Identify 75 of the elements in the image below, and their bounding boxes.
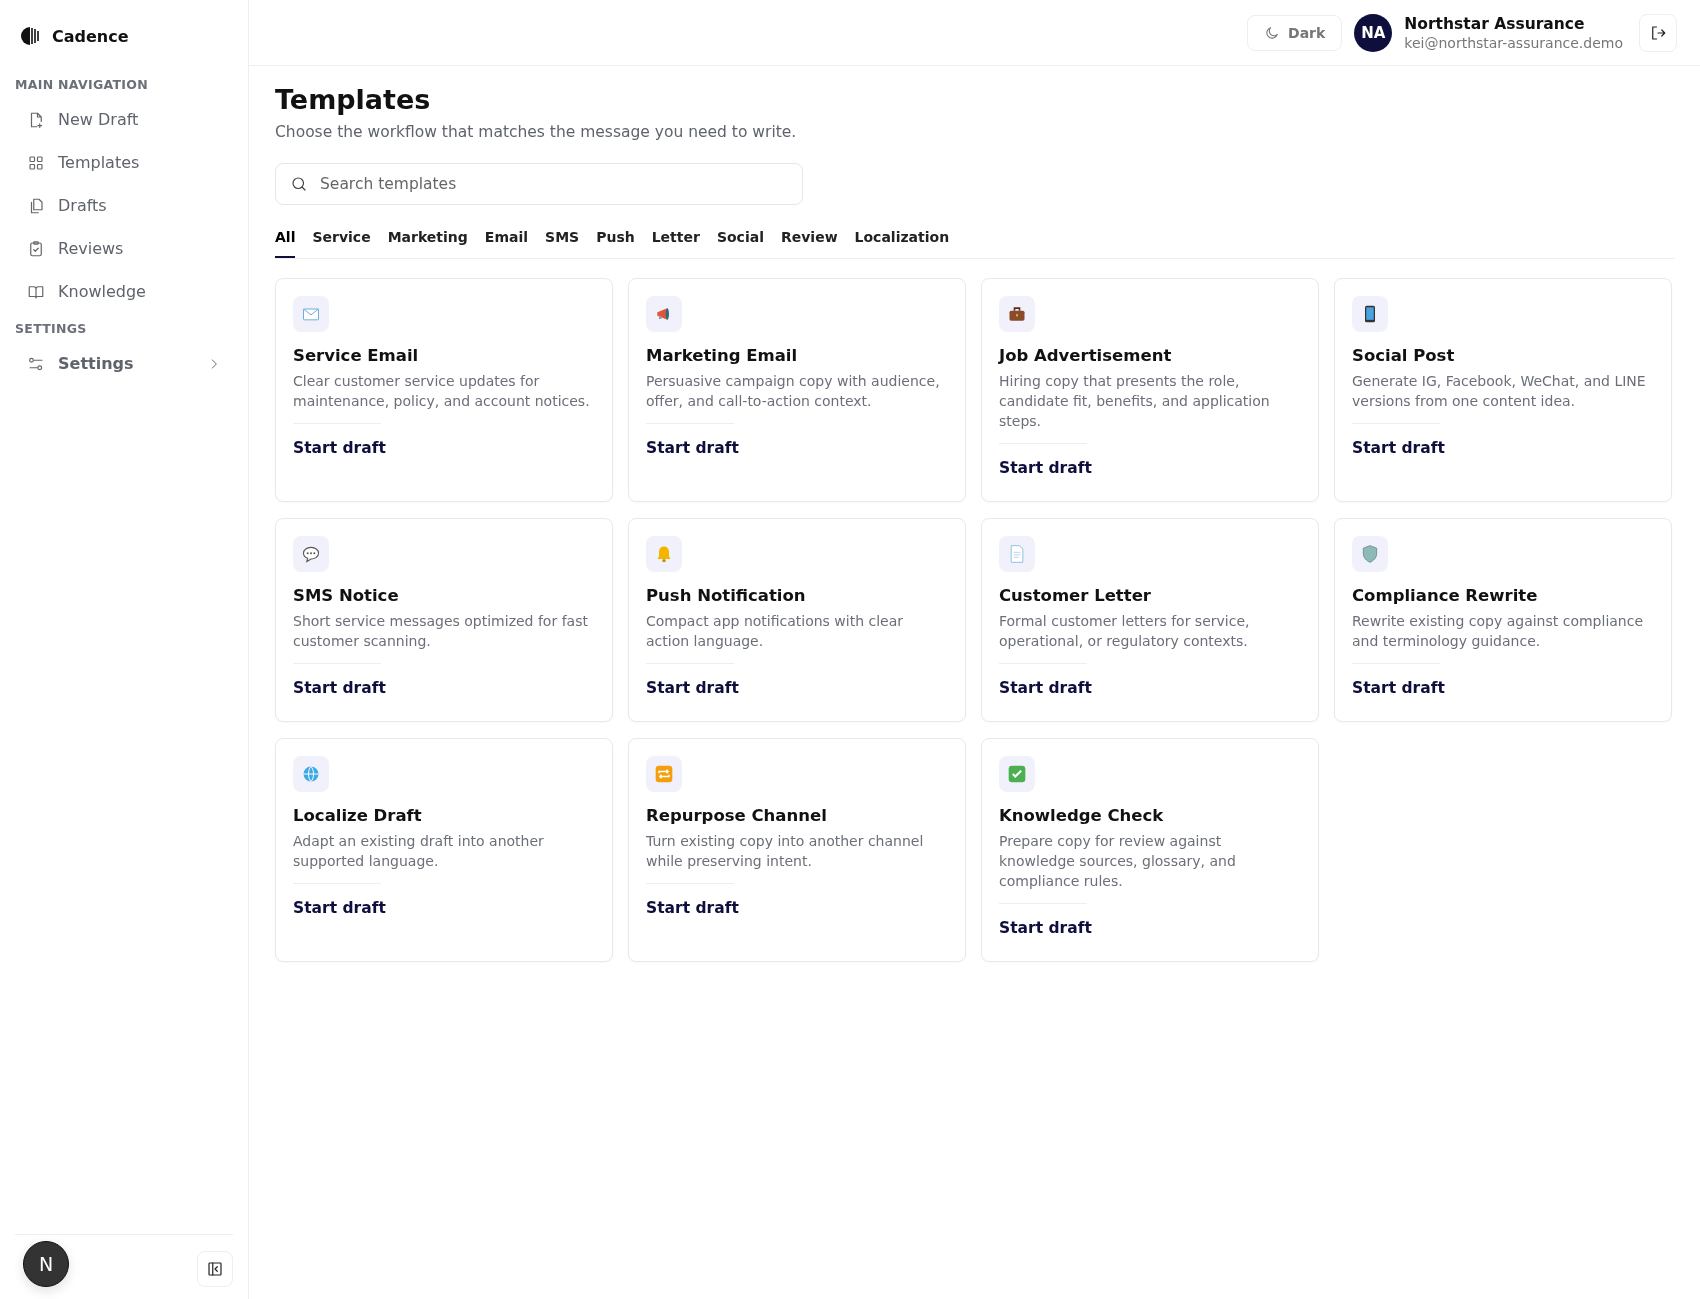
start-draft-link[interactable]: Start draft bbox=[293, 679, 386, 697]
start-draft-link[interactable]: Start draft bbox=[999, 679, 1092, 697]
account-avatar[interactable]: NA bbox=[1354, 13, 1393, 52]
filter-tab[interactable]: All bbox=[275, 227, 296, 258]
page-title: Templates bbox=[275, 84, 432, 115]
logout-icon bbox=[1649, 23, 1667, 42]
card-title: SMS Notice bbox=[293, 586, 400, 605]
check-mark-icon bbox=[1007, 764, 1027, 784]
card-title: Job Advertisement bbox=[999, 346, 1173, 365]
search-field[interactable]: Search templates bbox=[275, 163, 803, 205]
filter-tab[interactable]: Letter bbox=[651, 227, 700, 258]
start-draft-link[interactable]: Start draft bbox=[646, 439, 739, 457]
clipboard-check-icon bbox=[27, 239, 45, 258]
briefcase-icon bbox=[1007, 304, 1027, 324]
card-title: Localize Draft bbox=[293, 806, 423, 825]
card-description: Turn existing copy into another channel while preserving intent. bbox=[646, 832, 925, 871]
repeat-icon bbox=[654, 764, 674, 784]
nav-item[interactable]: Drafts bbox=[15, 184, 233, 227]
nav-item[interactable]: Knowledge bbox=[15, 270, 233, 313]
nav-item[interactable]: New Draft bbox=[15, 98, 233, 141]
card-title: Compliance Rewrite bbox=[1352, 586, 1539, 605]
card-description: Hiring copy that presents the role, candidate fit, benefits, and application steps. bbox=[999, 372, 1271, 431]
card-title: Customer Letter bbox=[999, 586, 1152, 605]
card-description: Adapt an existing draft into another supported language. bbox=[293, 832, 545, 871]
start-draft-link[interactable]: Start draft bbox=[999, 459, 1092, 477]
card-title: Social Post bbox=[1352, 346, 1456, 365]
filter-tab[interactable]: Marketing bbox=[387, 227, 468, 258]
start-draft-link[interactable]: Start draft bbox=[293, 899, 386, 917]
filter-tab[interactable]: Localization bbox=[854, 227, 950, 258]
filter-tab[interactable]: Review bbox=[780, 227, 838, 258]
card-description: Rewrite existing copy against compliance and terminology guidance. bbox=[1352, 612, 1645, 651]
card-description: Generate IG, Facebook, WeChat, and LINE versions from one content idea. bbox=[1352, 372, 1647, 411]
logo-icon bbox=[20, 25, 40, 47]
card-title: Marketing Email bbox=[646, 346, 799, 365]
brand-name: Cadence bbox=[52, 26, 129, 46]
nav-item[interactable]: Settings bbox=[15, 342, 233, 385]
card-title: Push Notification bbox=[646, 586, 807, 605]
speech-bubble-icon bbox=[301, 544, 321, 564]
section-heading: SETTINGS bbox=[15, 321, 88, 336]
theme-toggle-button[interactable]: Dark bbox=[1247, 14, 1343, 51]
filter-tab[interactable]: SMS bbox=[545, 227, 580, 258]
collapse-sidebar-button[interactable] bbox=[197, 1251, 233, 1287]
logout-button[interactable] bbox=[1639, 13, 1677, 52]
moon-icon bbox=[1264, 24, 1281, 41]
card-description: Compact app notifications with clear action language. bbox=[646, 612, 905, 651]
nav-item[interactable]: Reviews bbox=[15, 227, 233, 270]
start-draft-link[interactable]: Start draft bbox=[1352, 679, 1445, 697]
start-draft-link[interactable]: Start draft bbox=[646, 899, 739, 917]
start-draft-link[interactable]: Start draft bbox=[1352, 439, 1445, 457]
grid-icon bbox=[27, 153, 45, 172]
filter-tab[interactable]: Service bbox=[312, 227, 371, 258]
filter-tab[interactable]: Email bbox=[484, 227, 529, 258]
card-description: Clear customer service updates for maintenance, policy, and account notices. bbox=[293, 372, 591, 411]
card-title: Service Email bbox=[293, 346, 420, 365]
nav-item[interactable]: Templates bbox=[15, 141, 233, 184]
start-draft-link[interactable]: Start draft bbox=[293, 439, 386, 457]
start-draft-link[interactable]: Start draft bbox=[999, 919, 1092, 937]
card-description: Persuasive campaign copy with audience, offer, and call-to-action context. bbox=[646, 372, 941, 411]
shield-icon bbox=[1360, 544, 1380, 564]
globe-icon bbox=[301, 764, 321, 784]
section-heading: MAIN NAVIGATION bbox=[15, 77, 149, 92]
account-email: kei@northstar-assurance.demo bbox=[1404, 34, 1623, 51]
page-subtitle: Choose the workflow that matches the message you need to write. bbox=[275, 123, 798, 141]
card-description: Prepare copy for review against knowledge sources, glossary, and compliance rules. bbox=[999, 832, 1237, 891]
filter-tab[interactable]: Social bbox=[716, 227, 764, 258]
sidebar-collapse-icon bbox=[206, 1260, 224, 1278]
card-title: Repurpose Channel bbox=[646, 806, 828, 825]
card-description: Short service messages optimized for fast customer scanning. bbox=[293, 612, 589, 651]
account-name: Northstar Assurance bbox=[1404, 14, 1586, 33]
card-title: Knowledge Check bbox=[999, 806, 1165, 825]
search-icon bbox=[290, 175, 308, 193]
card-description: Formal customer letters for service, operational, or regulatory contexts. bbox=[999, 612, 1251, 651]
filter-tab[interactable]: Push bbox=[596, 227, 635, 258]
start-draft-link[interactable]: Start draft bbox=[646, 679, 739, 697]
user-avatar[interactable]: N bbox=[23, 1241, 69, 1287]
